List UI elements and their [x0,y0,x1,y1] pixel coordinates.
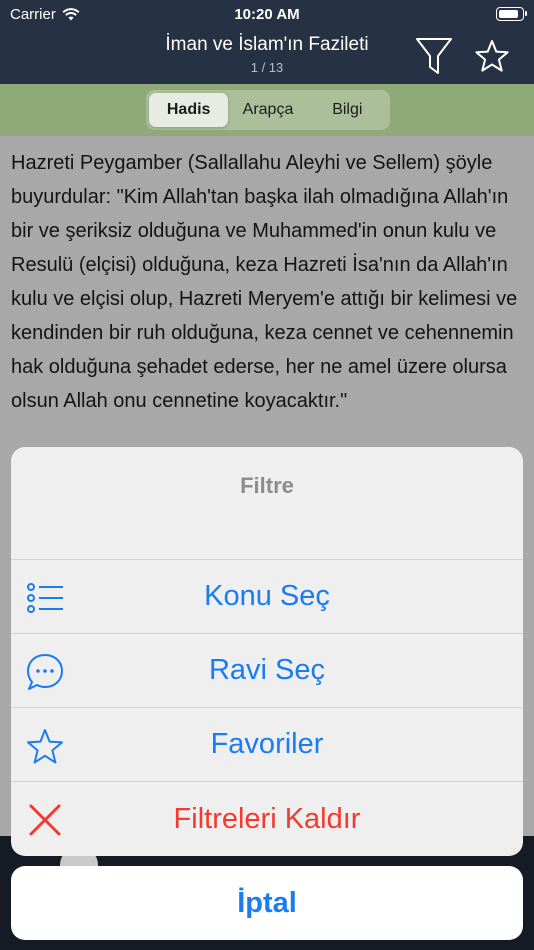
select-narrator-label: Ravi Seç [208,654,326,686]
chat-bubble-icon [27,654,63,690]
clear-filters-button[interactable]: Filtreleri Kaldır [11,782,523,856]
list-icon [27,583,63,613]
cancel-button[interactable]: İptal [11,866,523,940]
favorites-button[interactable]: Favoriler [11,708,523,782]
filter-funnel-icon [416,38,452,74]
action-sheet-header: Filtre [11,447,523,560]
select-topic-button[interactable]: Konu Seç [11,560,523,634]
action-sheet-title: Filtre [240,473,294,498]
hadis-text: Hazreti Peygamber (Sallallahu Aleyhi ve … [11,152,518,412]
segmented-control: Hadis Arapça Bilgi [146,90,390,130]
filter-button[interactable] [412,34,456,78]
favorites-label: Favoriler [210,728,324,760]
filter-action-sheet: Filtre Konu Seç Ravi Seç Favoriler Filtr… [11,447,523,856]
segment-arapca[interactable]: Arapça [228,93,307,127]
clear-filters-label: Filtreleri Kaldır [173,802,361,835]
segment-hadis[interactable]: Hadis [149,93,229,127]
star-outline-icon [27,729,63,764]
segment-bar: Hadis Arapça Bilgi [0,84,534,136]
close-x-icon [29,804,61,836]
status-bar: Carrier 10:20 AM [0,0,534,30]
battery-level [499,10,518,18]
select-topic-label: Konu Seç [204,580,330,612]
favorite-button[interactable] [470,34,514,78]
star-outline-icon [475,40,509,72]
select-narrator-button[interactable]: Ravi Seç [11,634,523,708]
status-time: 10:20 AM [234,6,300,23]
navigation-bar: İman ve İslam'ın Fazileti 1 / 13 [0,30,534,84]
segment-bilgi[interactable]: Bilgi [308,93,387,127]
battery-icon [496,7,527,21]
